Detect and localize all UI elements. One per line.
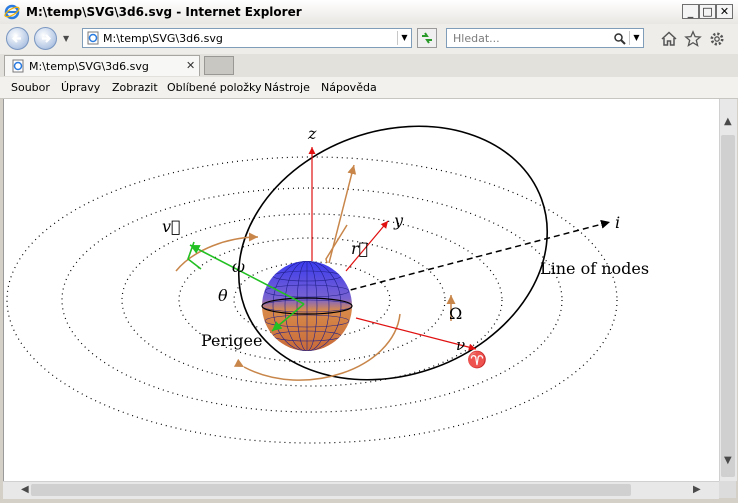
tab-close-icon[interactable]: ✕	[186, 59, 195, 72]
label-theta: θ	[218, 286, 228, 305]
label-nu: ν	[456, 336, 465, 354]
horizontal-scrollbar[interactable]: ◀ ▶	[3, 481, 719, 499]
minimize-button[interactable]: _	[682, 4, 699, 19]
refresh-icon	[422, 32, 432, 44]
address-dropdown-icon[interactable]: ▼	[397, 31, 411, 45]
arrow-right-icon	[42, 34, 52, 43]
label-r: r⃗	[351, 239, 368, 258]
scroll-down-icon[interactable]: ▼	[724, 455, 732, 466]
back-button[interactable]	[6, 27, 29, 50]
label-y: y	[393, 211, 404, 230]
search-dropdown-icon[interactable]: ▼	[629, 31, 643, 45]
planet-sphere	[261, 261, 353, 351]
history-dropdown-icon[interactable]: ▼	[63, 34, 69, 43]
tab-3d6-svg[interactable]: M:\temp\SVG\3d6.svg ✕	[4, 55, 200, 76]
page-content: z y i v⃗ r⃗ ω θ Perigee Line of nodes Ω …	[3, 99, 720, 481]
scrollbar-corner	[719, 481, 736, 498]
arrow-left-icon	[11, 34, 21, 43]
label-v: v⃗	[162, 217, 181, 236]
settings-gear-icon[interactable]	[708, 30, 726, 48]
refresh-button[interactable]	[417, 28, 437, 48]
label-omega-small: ω	[232, 257, 245, 276]
search-input[interactable]: Hledat...	[453, 32, 500, 45]
menu-bar: Soubor Úpravy Zobrazit Oblíbené položky …	[0, 77, 738, 99]
horizontal-scroll-thumb[interactable]	[31, 484, 631, 496]
label-i: i	[615, 213, 620, 232]
menu-nastroje[interactable]: Nástroje	[264, 81, 310, 94]
search-box[interactable]: Hledat... ▼	[446, 28, 644, 48]
scroll-right-icon[interactable]: ▶	[693, 484, 701, 495]
search-icon[interactable]	[613, 32, 627, 46]
scroll-up-icon[interactable]: ▲	[724, 116, 732, 127]
label-omega-big: Ω	[449, 304, 462, 323]
tab-label: M:\temp\SVG\3d6.svg	[29, 60, 149, 73]
tab-bar: M:\temp\SVG\3d6.svg ✕	[0, 54, 738, 78]
window-title: M:\temp\SVG\3d6.svg - Internet Explorer	[26, 5, 302, 19]
menu-napoveda[interactable]: Nápověda	[321, 81, 377, 94]
maximize-button[interactable]: □	[699, 4, 716, 19]
forward-button[interactable]	[34, 27, 57, 50]
scroll-left-icon[interactable]: ◀	[21, 484, 29, 495]
vertical-scrollbar[interactable]: ▲ ▼	[719, 99, 737, 481]
address-text[interactable]: M:\temp\SVG\3d6.svg	[103, 32, 223, 45]
internet-explorer-icon	[4, 4, 20, 20]
vertical-scroll-thumb[interactable]	[721, 135, 735, 477]
favorites-star-icon[interactable]	[684, 30, 702, 48]
label-perigee: Perigee	[201, 331, 262, 350]
label-line-of-nodes: Line of nodes	[540, 259, 649, 278]
menu-upravy[interactable]: Úpravy	[61, 81, 100, 94]
orbital-diagram: z y i v⃗ r⃗ ω θ Perigee Line of nodes Ω …	[6, 124, 649, 444]
close-button[interactable]: ✕	[716, 4, 733, 19]
home-icon[interactable]	[660, 30, 678, 48]
address-bar[interactable]: M:\temp\SVG\3d6.svg ▼	[82, 28, 412, 48]
page-icon	[12, 59, 24, 73]
menu-soubor[interactable]: Soubor	[11, 81, 50, 94]
label-aries: ♈	[467, 350, 487, 369]
menu-oblibene-polozky[interactable]: Oblíbené položky	[167, 81, 262, 94]
navigation-bar: ▼ M:\temp\SVG\3d6.svg ▼ Hledat... ▼	[0, 24, 738, 54]
page-icon	[87, 31, 99, 45]
title-bar: M:\temp\SVG\3d6.svg - Internet Explorer …	[0, 0, 738, 25]
menu-zobrazit[interactable]: Zobrazit	[112, 81, 158, 94]
label-z: z	[307, 124, 317, 143]
new-tab-button[interactable]	[204, 56, 234, 75]
